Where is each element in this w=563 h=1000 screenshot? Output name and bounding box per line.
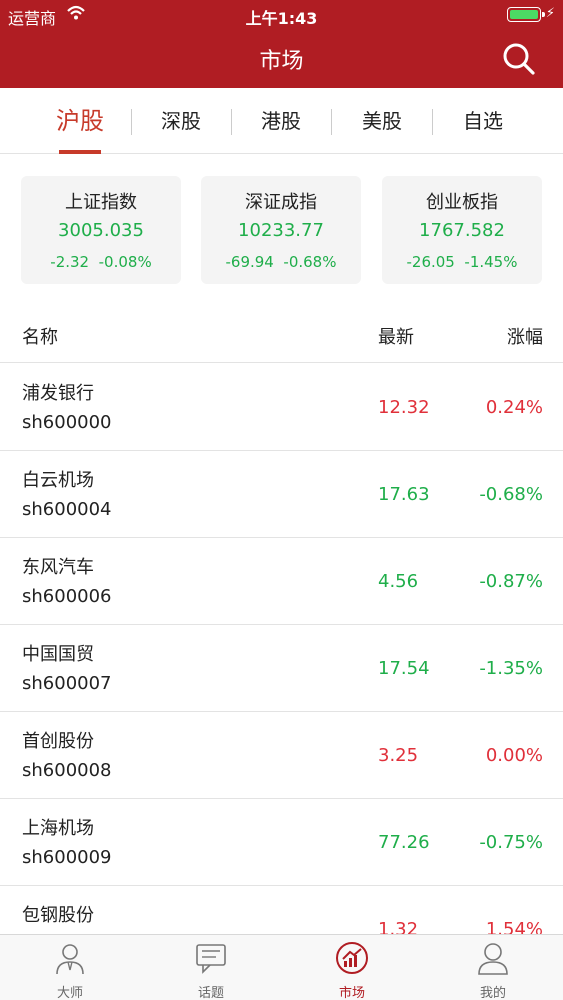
status-bar: 运营商 上午1:43 ⚡ bbox=[0, 0, 563, 30]
tabbar-item-profile[interactable]: 我的 bbox=[423, 935, 563, 1000]
tabbar-label: 大师 bbox=[56, 986, 83, 1000]
stock-code: sh600008 bbox=[22, 760, 112, 781]
tab-sz[interactable]: 深股 bbox=[131, 88, 231, 154]
index-change-pct: -0.68% bbox=[283, 253, 337, 271]
stock-code: sh600009 bbox=[22, 847, 112, 868]
tab-sh[interactable]: 沪股 bbox=[30, 88, 130, 154]
tab-active-underline bbox=[59, 150, 101, 154]
index-price: 3005.035 bbox=[58, 220, 144, 241]
master-icon bbox=[56, 944, 84, 975]
index-changes: -26.05 -1.45% bbox=[382, 253, 542, 271]
stock-latest: 4.56 bbox=[378, 571, 419, 592]
bottom-tab-bar: 大师 话题 市场 我的 bbox=[0, 934, 563, 1000]
stock-row[interactable]: 上海机场 sh600009 77.26 -0.75% bbox=[0, 799, 563, 886]
column-name: 名称 bbox=[22, 327, 58, 348]
stock-change: 0.24% bbox=[485, 397, 543, 418]
tabbar-item-topic[interactable]: 话题 bbox=[141, 935, 281, 1000]
stock-name: 上海机场 bbox=[22, 818, 94, 839]
battery-icon bbox=[507, 7, 545, 22]
stock-name: 首创股份 bbox=[22, 731, 94, 752]
stock-change: -0.87% bbox=[479, 571, 543, 592]
index-change: -2.32 bbox=[50, 253, 90, 271]
stock-latest: 17.63 bbox=[378, 484, 430, 505]
index-card-cyb[interactable]: 创业板指 1767.582 -26.05 -1.45% bbox=[382, 176, 542, 284]
app-header: 运营商 上午1:43 ⚡ 市场 bbox=[0, 0, 563, 88]
tabbar-label: 我的 bbox=[479, 986, 506, 1000]
tab-watchlist[interactable]: 自选 bbox=[433, 88, 533, 154]
stock-code: sh600000 bbox=[22, 412, 112, 433]
column-latest[interactable]: 最新 bbox=[378, 323, 414, 349]
tab-hk[interactable]: 港股 bbox=[231, 88, 331, 154]
index-change: -26.05 bbox=[406, 253, 455, 271]
index-price: 1767.582 bbox=[419, 220, 505, 241]
stock-row[interactable]: 首创股份 sh600008 3.25 0.00% bbox=[0, 712, 563, 799]
profile-icon bbox=[478, 943, 508, 975]
market-tabs: 沪股 深股 港股 美股 自选 bbox=[0, 88, 563, 154]
topic-icon bbox=[196, 944, 226, 974]
index-changes: -2.32 -0.08% bbox=[21, 253, 181, 271]
stock-name: 浦发银行 bbox=[22, 383, 94, 404]
stock-row[interactable]: 白云机场 sh600004 17.63 -0.68% bbox=[0, 451, 563, 538]
index-change: -69.94 bbox=[225, 253, 274, 271]
tab-label: 港股 bbox=[261, 109, 301, 133]
stock-change: -0.75% bbox=[479, 832, 543, 853]
stock-change: -1.35% bbox=[479, 658, 543, 679]
stock-code: sh600004 bbox=[22, 499, 112, 520]
charging-icon: ⚡ bbox=[545, 6, 555, 21]
search-icon[interactable] bbox=[501, 41, 537, 77]
tab-label: 深股 bbox=[161, 109, 201, 133]
stock-name: 白云机场 bbox=[22, 470, 94, 491]
stock-list-header: 名称 最新 涨幅 bbox=[0, 305, 563, 363]
stock-row[interactable]: 浦发银行 sh600000 12.32 0.24% bbox=[0, 364, 563, 451]
stock-name: 中国国贸 bbox=[22, 644, 94, 665]
tab-label: 沪股 bbox=[56, 107, 104, 135]
tab-label: 美股 bbox=[362, 109, 402, 133]
stock-latest: 12.32 bbox=[378, 397, 430, 418]
tabbar-label: 话题 bbox=[197, 986, 224, 1000]
tabbar-label: 市场 bbox=[338, 986, 365, 1000]
page-title: 市场 bbox=[259, 49, 304, 74]
index-card-sz[interactable]: 深证成指 10233.77 -69.94 -0.68% bbox=[201, 176, 361, 284]
stock-row[interactable]: 中国国贸 sh600007 17.54 -1.35% bbox=[0, 625, 563, 712]
stock-code: sh600007 bbox=[22, 673, 112, 694]
stock-row[interactable]: 东风汽车 sh600006 4.56 -0.87% bbox=[0, 538, 563, 625]
status-time: 上午1:43 bbox=[245, 9, 318, 28]
stock-latest: 77.26 bbox=[378, 832, 430, 853]
tabbar-item-master[interactable]: 大师 bbox=[0, 935, 140, 1000]
battery-fill bbox=[510, 10, 538, 19]
index-name: 上证指数 bbox=[65, 192, 137, 213]
stock-name: 包钢股份 bbox=[22, 905, 94, 926]
market-icon bbox=[336, 942, 368, 974]
stock-change: -0.68% bbox=[479, 484, 543, 505]
stock-latest: 3.25 bbox=[378, 745, 419, 766]
stock-code: sh600006 bbox=[22, 586, 112, 607]
index-changes: -69.94 -0.68% bbox=[201, 253, 361, 271]
index-card-sh[interactable]: 上证指数 3005.035 -2.32 -0.08% bbox=[21, 176, 181, 284]
index-name: 深证成指 bbox=[245, 192, 317, 213]
stock-change: 0.00% bbox=[485, 745, 543, 766]
battery-nub bbox=[542, 12, 545, 17]
tab-us[interactable]: 美股 bbox=[332, 88, 432, 154]
index-name: 创业板指 bbox=[426, 192, 498, 213]
index-change-pct: -1.45% bbox=[464, 253, 518, 271]
tab-label: 自选 bbox=[463, 109, 503, 133]
stock-latest: 17.54 bbox=[378, 658, 430, 679]
column-change[interactable]: 涨幅 bbox=[507, 323, 543, 349]
index-price: 10233.77 bbox=[238, 220, 324, 241]
index-change-pct: -0.08% bbox=[98, 253, 152, 271]
tabbar-item-market[interactable]: 市场 bbox=[282, 935, 422, 1000]
stock-name: 东风汽车 bbox=[22, 557, 94, 578]
